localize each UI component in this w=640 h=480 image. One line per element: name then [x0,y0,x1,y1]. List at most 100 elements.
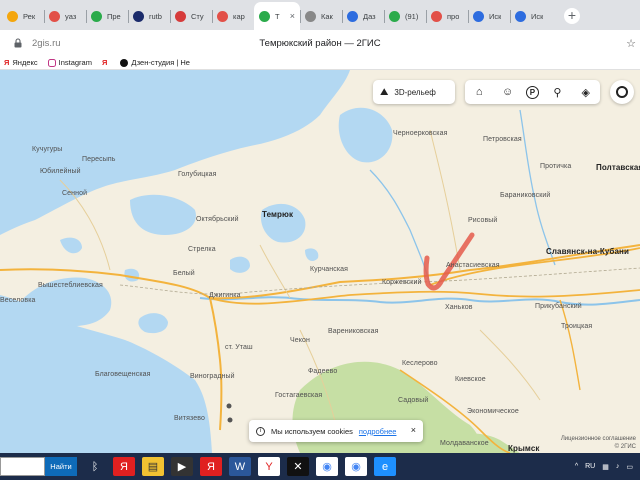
place-label[interactable]: Анастасиевская [446,262,500,269]
tab-12[interactable]: Иск [510,2,552,30]
tab-2[interactable]: Пре [86,2,128,30]
taskbar-search-input[interactable] [0,457,45,476]
place-label[interactable]: Чекон [290,337,310,344]
file-explorer-icon[interactable]: ▤ [142,457,164,476]
layers-icon[interactable]: ◈ [576,82,596,102]
tab-7[interactable]: Как [300,2,342,30]
map-canvas[interactable]: Кучугуры Пересыпь Юбилейный Сенной Голубицка… [0,70,640,453]
place-label[interactable]: Полтавская [596,163,640,172]
place-label[interactable]: Троицкая [561,323,592,330]
place-label[interactable]: Петровская [483,136,522,143]
tab-4[interactable]: Сту [170,2,212,30]
word-icon[interactable]: W [229,457,251,476]
place-label[interactable]: Гостагаевская [275,392,322,399]
place-label[interactable]: Октябрьский [196,216,239,223]
place-label[interactable]: Экономическое [467,408,519,415]
place-label[interactable]: Виноградный [190,373,235,380]
place-label[interactable]: Джигинка [209,292,241,299]
relief-3d-button[interactable]: ⛰ 3D-рельеф [373,80,455,104]
instagram-icon [47,58,56,67]
tab-close-button[interactable]: × [290,11,295,21]
railway [119,267,640,295]
bookmark-label: Дзен-студия | Не [131,58,190,67]
place-label[interactable]: ст. Уташ [225,344,253,351]
place-label[interactable]: Черноерковская [393,130,447,137]
yandex-icon[interactable]: Я [200,457,222,476]
tab-6[interactable]: Т × [254,2,300,30]
internet-explorer-icon[interactable]: e [374,457,396,476]
bookmark-instagram[interactable]: Instagram [47,58,92,67]
place-label[interactable]: Голубицкая [178,171,217,178]
tab-10[interactable]: про [426,2,468,30]
yandex-icon: Я [4,58,10,67]
tab-11[interactable]: Иск [468,2,510,30]
place-label[interactable]: Рисовый [468,217,497,224]
bookmark-star-icon[interactable]: ☆ [626,37,636,50]
place-label[interactable]: Вышестеблиевская [38,282,103,289]
place-label[interactable]: Садовый [398,397,428,404]
place-label[interactable]: Кеслерово [402,360,438,367]
place-label[interactable]: Коржевский [382,279,421,286]
place-label[interactable]: Белый [173,270,195,277]
tab-label: Пре [107,11,121,21]
tab-0[interactable]: Рек [2,2,44,30]
bookmark-yandex-2[interactable]: Я [102,58,110,67]
yandex-browser-icon[interactable]: Y [258,457,280,476]
place-label[interactable]: Ханьков [445,304,473,311]
chrome-icon[interactable]: ◉ [345,457,367,476]
language-indicator[interactable]: RU [585,463,595,470]
address-bar[interactable]: 2gis.ru Темрюкский район — 2ГИС ☆ [0,30,640,56]
place-label[interactable]: Варениковская [328,328,379,335]
profile-button[interactable] [610,80,634,104]
yandex-icon[interactable]: Я [113,457,135,476]
tab-9[interactable]: (91) [384,2,426,30]
volume-icon[interactable]: ♪ [616,463,620,470]
place-label[interactable]: Кучугуры [32,146,62,153]
bluetooth-icon[interactable]: ᛒ [84,457,106,476]
people-icon[interactable]: ☺ [498,82,518,102]
chevron-up-icon[interactable]: ^ [575,463,578,470]
cookie-close-button[interactable]: × [411,425,416,435]
notifications-icon[interactable]: ▭ [626,463,633,471]
network-icon[interactable]: ▦ [602,463,609,471]
new-tab-button[interactable]: + [564,8,580,24]
bookmark-label: Яндекс [12,58,38,67]
road-to-anapa [209,297,223,431]
place-label[interactable]: Витязево [174,415,205,422]
place-label[interactable]: Крымск [508,444,539,453]
taskbar-search-button[interactable]: Найти [45,457,77,476]
media-player-icon[interactable]: ▶ [171,457,193,476]
tab-8[interactable]: Даз [342,2,384,30]
directions-icon[interactable]: ⌂ [469,82,489,102]
place-label[interactable]: Курчанская [310,266,348,273]
place-label[interactable]: Благовещенская [95,371,151,378]
tab-3[interactable]: rutb [128,2,170,30]
place-label[interactable]: Фадеево [308,368,337,375]
place-label[interactable]: Молдаванское [440,440,489,447]
bookmark-yandex[interactable]: Я Яндекс [4,58,38,67]
tab-label: rutb [149,11,162,21]
place-label[interactable]: Юбилейный [40,168,81,175]
bookmark-dzen[interactable]: Дзен-студия | Не [120,58,190,67]
place-label[interactable]: Славянск-на-Кубани [546,247,629,256]
cookie-more-link[interactable]: подробнее [359,427,397,436]
tab-label: про [447,11,460,21]
parking-icon[interactable]: P [525,85,539,99]
place-label[interactable]: Веселовка [0,297,36,304]
capcut-icon[interactable]: ✕ [287,457,309,476]
place-label[interactable]: Прикубанский [535,303,582,310]
place-label[interactable]: Стрелка [188,246,216,253]
tab-label: Сту [191,11,204,21]
place-label[interactable]: Бараниковский [500,192,550,199]
place-label[interactable]: Темрюк [262,210,293,219]
tab-5[interactable]: кар [212,2,254,30]
chrome-icon[interactable]: ◉ [316,457,338,476]
tab-1[interactable]: yaз [44,2,86,30]
pin-icon[interactable]: ⚲ [547,82,567,102]
tab-favicon-icon [515,10,526,22]
place-label[interactable]: Киевское [455,376,486,383]
license-link[interactable]: Лицензионное соглашение [561,435,636,443]
place-label[interactable]: Сенной [62,190,87,197]
place-label[interactable]: Пересыпь [82,156,115,163]
place-label[interactable]: Протичка [540,163,571,170]
